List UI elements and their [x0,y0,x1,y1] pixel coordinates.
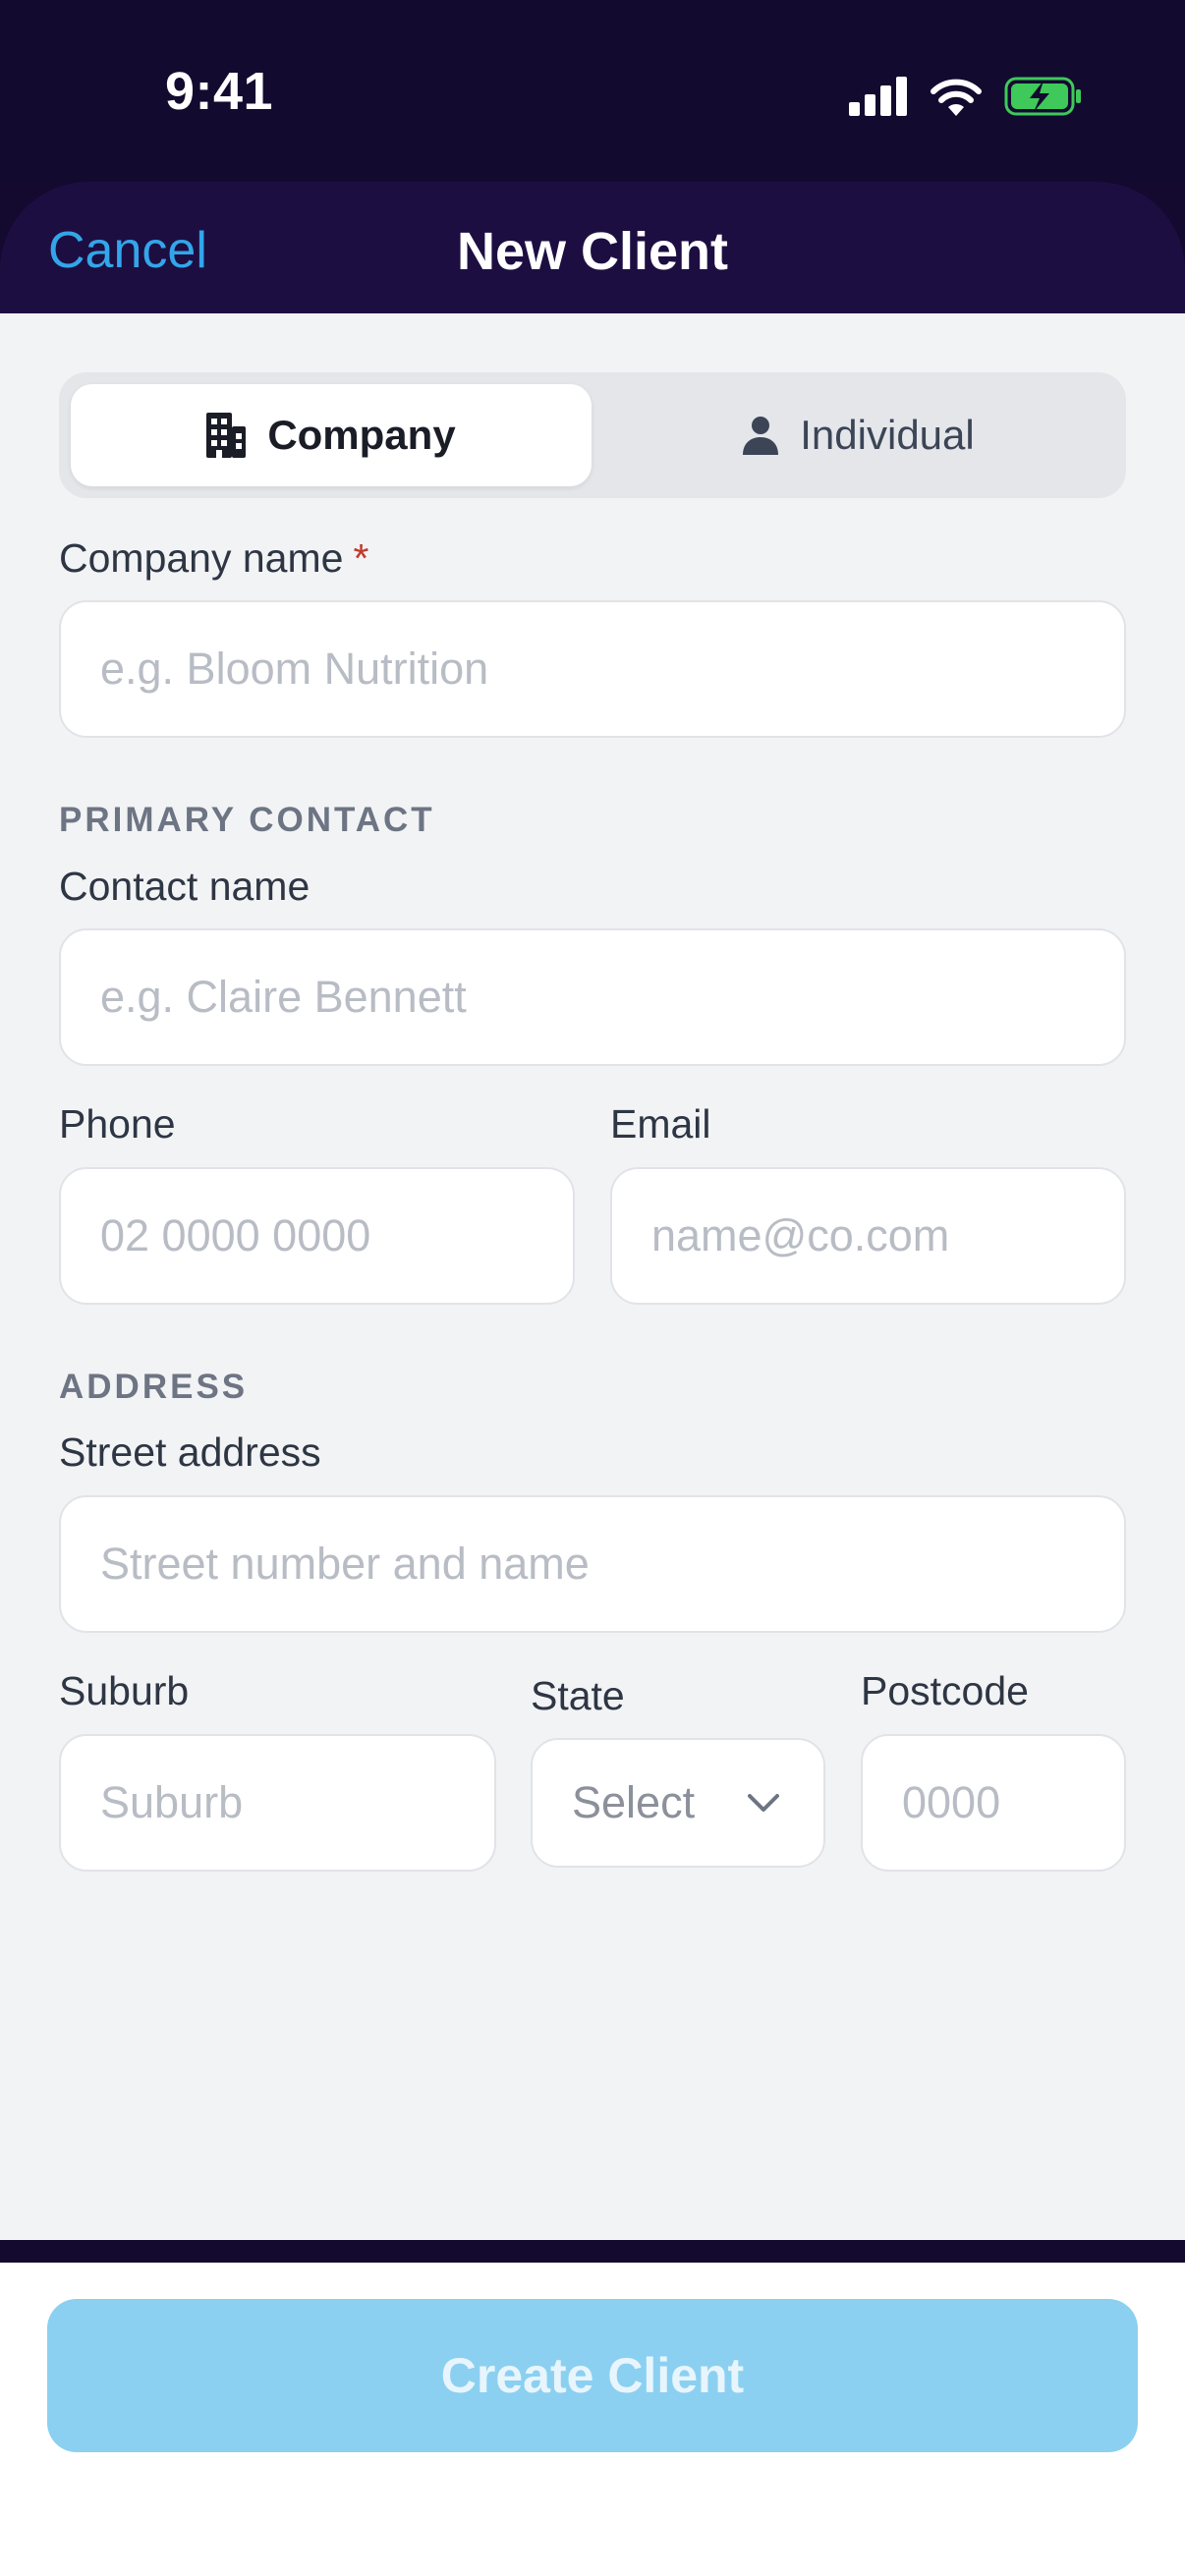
nav-bar: Cancel New Client [0,182,1185,313]
segment-individual[interactable]: Individual [603,384,1114,486]
suburb-label: Suburb [59,1668,190,1713]
company-name-label-text: Company name [59,535,344,581]
email-input[interactable]: name@co.com [610,1167,1126,1305]
status-bar: 9:41 [0,0,1185,182]
state-select[interactable]: Select [531,1738,825,1868]
address-heading: ADDRESS [59,1368,249,1406]
phone-placeholder: 02 0000 0000 [100,1210,371,1260]
phone-input[interactable]: 02 0000 0000 [59,1167,575,1305]
battery-charging-icon [1004,77,1081,116]
company-name-placeholder: e.g. Bloom Nutrition [100,644,489,694]
required-indicator: * [353,535,369,581]
street-address-label: Street address [59,1429,321,1475]
postcode-placeholder: 0000 [902,1777,1001,1827]
chevron-down-icon [748,1794,779,1812]
email-placeholder: name@co.com [651,1210,950,1260]
cellular-signal-icon [849,77,907,116]
contact-name-input[interactable]: e.g. Claire Bennett [59,928,1126,1066]
wifi-icon [931,79,982,116]
street-address-input[interactable]: Street number and name [59,1495,1126,1633]
email-label: Email [610,1101,711,1147]
suburb-placeholder: Suburb [100,1777,244,1827]
status-icons [849,77,1083,116]
state-label: State [531,1673,625,1718]
segment-company[interactable]: Company [71,384,592,486]
new-client-sheet: Cancel New Client Company Individual Com… [0,182,1185,2240]
create-client-button[interactable]: Create Client [47,2299,1138,2452]
phone-label: Phone [59,1101,176,1147]
contact-name-label: Contact name [59,864,310,909]
client-type-segmented-control: Company Individual [59,372,1126,498]
suburb-input[interactable]: Suburb [59,1734,496,1872]
footer-bar: Create Client [0,2263,1185,2576]
street-address-placeholder: Street number and name [100,1539,590,1589]
postcode-input[interactable]: 0000 [861,1734,1126,1872]
segment-individual-label: Individual [800,412,975,458]
form-content: Company Individual Company name * e.g. Bl… [0,313,1185,2240]
postcode-label: Postcode [861,1668,1029,1713]
contact-name-placeholder: e.g. Claire Bennett [100,972,467,1022]
segment-company-label: Company [267,412,456,458]
state-select-value: Select [572,1777,696,1827]
status-time: 9:41 [165,62,274,121]
company-name-input[interactable]: e.g. Bloom Nutrition [59,600,1126,738]
building-icon [206,413,247,458]
company-name-label: Company name * [59,535,368,582]
page-title: New Client [456,222,729,281]
person-icon [743,417,779,455]
primary-contact-heading: PRIMARY CONTACT [59,801,435,839]
